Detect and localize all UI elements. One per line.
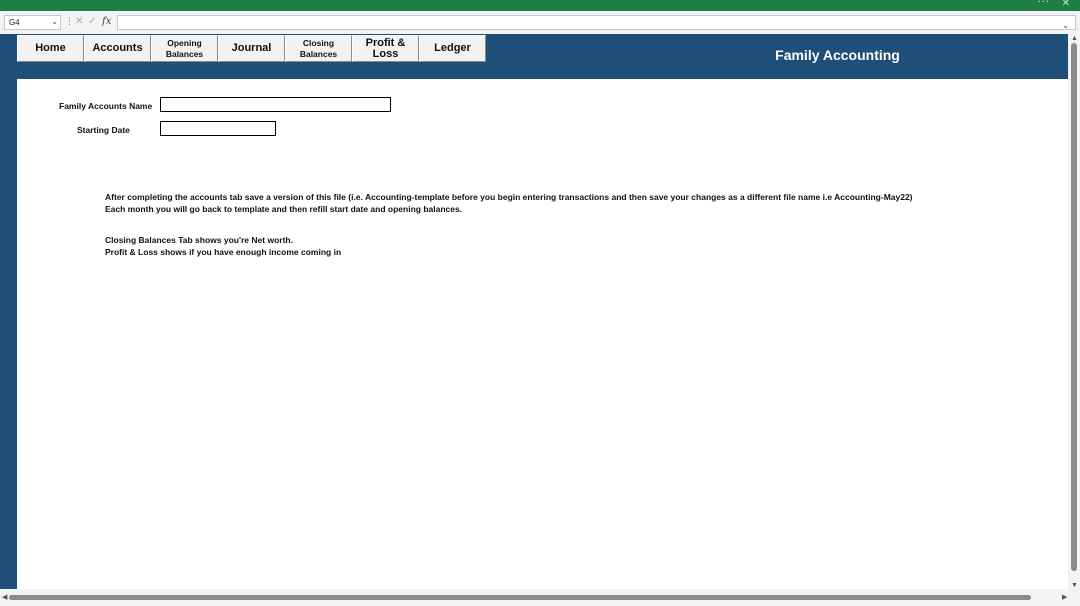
nav-label: Profit & Loss (365, 36, 406, 60)
instruction-text: Profit & Loss shows if you have enough i… (105, 247, 342, 257)
insert-function-icon[interactable]: fx (102, 16, 111, 27)
family-accounts-name-field[interactable] (160, 97, 391, 112)
instruction-text: After completing the accounts tab save a… (105, 192, 913, 202)
window-title-bar: ··· ✕ (0, 0, 1080, 11)
nav-button-closing-balances[interactable]: Closing Balances (285, 35, 352, 62)
formula-input[interactable]: ⌄ (117, 15, 1076, 30)
instruction-text: Each month you will go back to template … (105, 204, 463, 214)
starting-date-label: Starting Date (77, 125, 130, 135)
nav-label-line: Closing (302, 37, 335, 48)
close-icon[interactable]: ✕ (1062, 0, 1070, 9)
nav-button-journal[interactable]: Journal (218, 35, 285, 62)
nav-label: Ledger (434, 42, 471, 54)
family-accounts-name-label: Family Accounts Name (59, 101, 153, 111)
nav-label-line: Balances (299, 48, 338, 59)
scroll-down-arrow-icon[interactable]: ▼ (1071, 582, 1078, 589)
nav-button-profit-loss[interactable]: Profit & Loss (352, 35, 419, 62)
more-options-icon[interactable]: ··· (1037, 0, 1050, 8)
enter-icon[interactable]: ✓ (88, 16, 96, 27)
sheet-area: Home Accounts Opening Balances Journal Cl… (0, 34, 1068, 589)
nav-button-accounts[interactable]: Accounts (84, 35, 151, 62)
nav-label-line: Balances (165, 48, 204, 59)
nav-label: Closing Balances (300, 38, 337, 60)
formula-bar: G4 ⌄ ⋮ ✕ ✓ fx ⌄ (0, 11, 1080, 34)
nav-button-ledger[interactable]: Ledger (419, 35, 486, 62)
banner-title: Family Accounting (775, 47, 900, 63)
chevron-down-icon[interactable]: ⌄ (51, 17, 58, 26)
nav-label: Accounts (92, 42, 143, 54)
name-box-value: G4 (9, 18, 20, 27)
vertical-scrollbar[interactable]: ▲ ▼ (1068, 34, 1080, 589)
starting-date-field[interactable] (160, 121, 276, 136)
nav-button-opening-balances[interactable]: Opening Balances (151, 35, 218, 62)
nav-label: Opening Balances (166, 38, 203, 60)
instruction-text: Closing Balances Tab shows you're Net wo… (105, 235, 293, 245)
grip-icon: ⋮ (65, 17, 74, 27)
nav-bar: Home Accounts Opening Balances Journal Cl… (17, 35, 486, 62)
nav-label-line: Opening (167, 37, 202, 48)
sheet-content: Family Accounts Name Starting Date After… (17, 79, 1068, 589)
name-box[interactable]: G4 ⌄ (4, 15, 61, 30)
scroll-up-arrow-icon[interactable]: ▲ (1071, 35, 1078, 42)
cancel-icon[interactable]: ✕ (75, 16, 83, 27)
nav-label: Home (35, 42, 66, 54)
horizontal-scrollbar[interactable]: ◀ ▶ (0, 589, 1080, 606)
nav-label: Journal (231, 42, 272, 54)
scroll-right-arrow-icon[interactable]: ▶ (1062, 593, 1067, 601)
nav-button-home[interactable]: Home (17, 35, 84, 62)
expand-formula-chevron-icon[interactable]: ⌄ (1062, 21, 1069, 30)
horizontal-scroll-thumb[interactable] (9, 595, 1031, 600)
vertical-scroll-thumb[interactable] (1071, 43, 1077, 571)
scroll-left-arrow-icon[interactable]: ◀ (2, 593, 7, 601)
